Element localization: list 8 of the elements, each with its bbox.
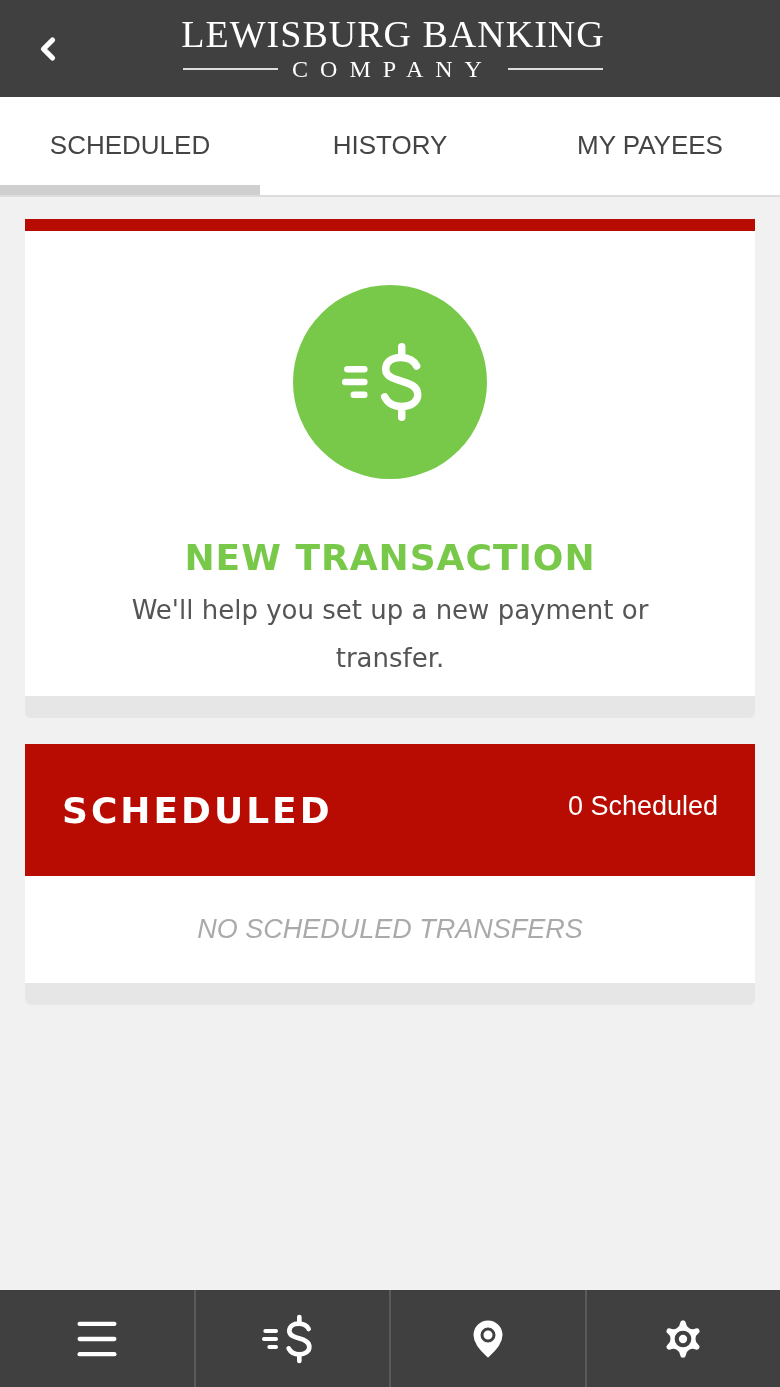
card-description: We'll help you set up a new payment or transfer. [130, 594, 650, 675]
logo-title: LEWISBURG BANKING [181, 13, 605, 54]
card-title: NEW TRANSACTION [184, 537, 596, 578]
section-title: SCHEDULED [62, 789, 333, 831]
scheduled-count: 0 Scheduled [567, 790, 718, 822]
new-transaction-card[interactable]: NEW TRANSACTION We'll help you set up a new payment or transfer. [25, 219, 755, 718]
empty-message: NO SCHEDULED TRANSFERS [197, 914, 583, 945]
logo-subtitle: COMPANY [292, 54, 494, 84]
